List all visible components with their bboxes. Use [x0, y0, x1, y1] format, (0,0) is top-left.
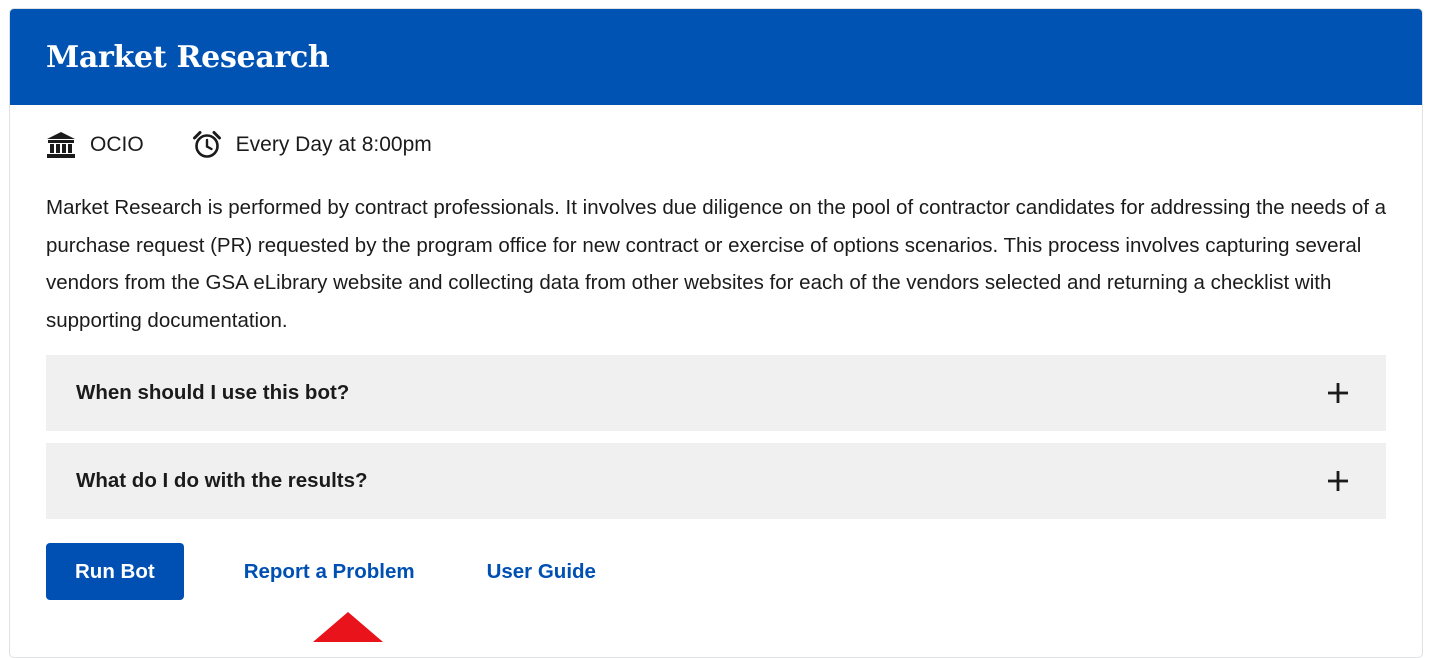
- report-problem-link[interactable]: Report a Problem: [244, 560, 415, 584]
- accordion: When should I use this bot? What do I do…: [46, 355, 1386, 519]
- accordion-title: When should I use this bot?: [76, 381, 350, 404]
- bank-building-icon: [46, 130, 76, 160]
- bot-description: Market Research is performed by contract…: [46, 196, 1387, 332]
- accordion-when-to-use[interactable]: When should I use this bot?: [46, 355, 1386, 431]
- card-header: Market Research: [10, 9, 1422, 105]
- bot-card: Market Research OCIO Every Day at 8:00pm…: [9, 8, 1423, 658]
- card-body: OCIO Every Day at 8:00pm Market Research…: [10, 131, 1422, 600]
- meta-row: OCIO Every Day at 8:00pm: [46, 131, 1386, 159]
- accordion-results[interactable]: What do I do with the results?: [46, 443, 1386, 519]
- user-guide-link[interactable]: User Guide: [487, 560, 596, 584]
- red-pointer-arrow-icon: [313, 612, 383, 642]
- accordion-title: What do I do with the results?: [76, 469, 368, 492]
- schedule-label: Every Day at 8:00pm: [235, 133, 432, 156]
- card-title: Market Research: [46, 39, 330, 75]
- schedule-meta: Every Day at 8:00pm: [192, 130, 432, 160]
- plus-icon[interactable]: [1326, 469, 1350, 493]
- plus-icon[interactable]: [1326, 381, 1350, 405]
- run-bot-button[interactable]: Run Bot: [46, 543, 184, 600]
- office-label: OCIO: [90, 133, 144, 156]
- card-actions: Run Bot Report a Problem User Guide: [46, 543, 1386, 600]
- alarm-clock-icon: [192, 130, 222, 160]
- office-meta: OCIO: [46, 130, 144, 160]
